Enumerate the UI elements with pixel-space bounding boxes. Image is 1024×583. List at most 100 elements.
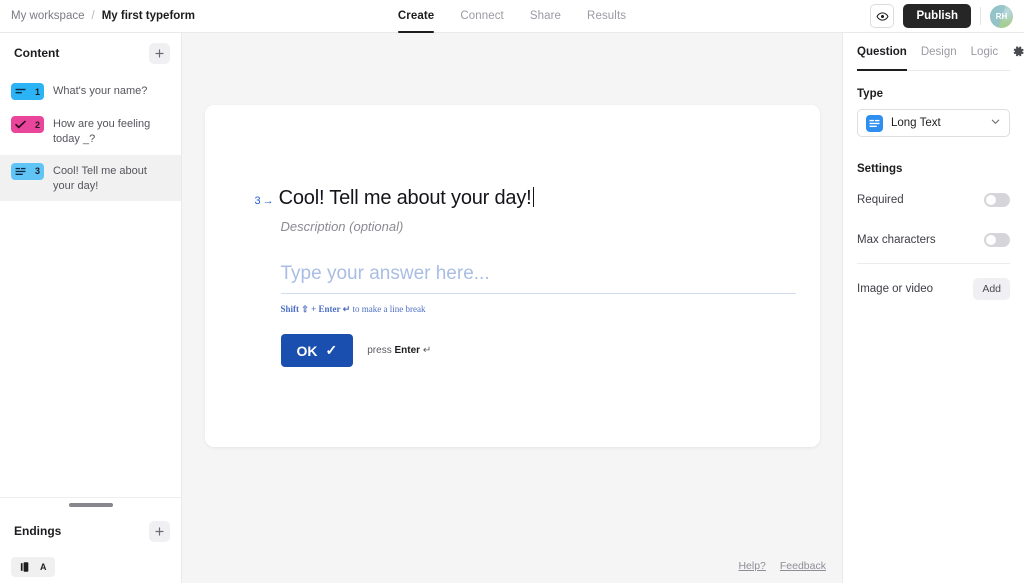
shift-key-icon: ⇧ xyxy=(301,304,309,314)
add-ending-button[interactable] xyxy=(149,521,170,542)
avatar[interactable]: RH xyxy=(990,5,1013,28)
max-characters-toggle[interactable] xyxy=(984,233,1010,247)
publish-button[interactable]: Publish xyxy=(903,4,971,28)
plus-icon xyxy=(154,526,165,537)
breadcrumb-separator: / xyxy=(92,10,95,22)
type-label: Type xyxy=(857,88,1010,100)
chevron-down-icon xyxy=(990,114,1001,132)
ending-card-icon xyxy=(20,561,32,573)
breadcrumb-current[interactable]: My first typeform xyxy=(102,10,195,22)
ending-letter: A xyxy=(40,562,47,572)
endings-header: Endings xyxy=(0,511,181,551)
question-number: 3 xyxy=(35,166,40,176)
enter-key-icon: ↵ xyxy=(343,304,351,314)
hint-tail: to make a line break xyxy=(353,304,426,314)
list-item[interactable]: 3 Cool! Tell me about your day! xyxy=(0,155,181,202)
question-number: 1 xyxy=(35,87,40,97)
settings-button[interactable] xyxy=(1012,45,1024,58)
hint-plus: + xyxy=(311,304,316,314)
question-title[interactable]: Cool! Tell me about your day! xyxy=(279,187,534,210)
canvas: 3 → Cool! Tell me about your day! Descri… xyxy=(182,33,842,583)
add-media-button[interactable]: Add xyxy=(973,278,1010,300)
question-label: Cool! Tell me about your day! xyxy=(53,163,171,194)
hint-shift-label: Shift xyxy=(281,304,300,314)
add-content-button[interactable] xyxy=(149,43,170,64)
setting-label: Required xyxy=(857,194,904,206)
question-index: 3 → xyxy=(255,195,274,207)
question-badge: 1 xyxy=(11,83,44,100)
editor-body: Content 1 What's your xyxy=(0,33,1024,583)
plus-icon xyxy=(154,48,165,59)
tab-design[interactable]: Design xyxy=(921,33,957,70)
endings-section: Endings A xyxy=(0,511,181,583)
list-item[interactable]: 1 What's your name? xyxy=(0,75,181,108)
right-panel-tabs: Question Design Logic xyxy=(857,33,1010,71)
top-bar: My workspace / My first typeform Create … xyxy=(0,0,1024,33)
setting-required: Required xyxy=(857,185,1010,215)
breadcrumb-workspace[interactable]: My workspace xyxy=(11,10,85,22)
answer-field-wrap: Type your answer here... Shift ⇧ + Enter… xyxy=(281,263,796,315)
required-toggle[interactable] xyxy=(984,193,1010,207)
hint-enter-label: Enter xyxy=(318,304,340,314)
submit-row: OK ✓ press Enter ↵ xyxy=(281,334,820,367)
arrow-right-icon: → xyxy=(263,195,274,207)
short-text-icon xyxy=(15,87,26,96)
media-label: Image or video xyxy=(857,283,933,295)
gear-icon xyxy=(1012,45,1024,58)
question-number: 2 xyxy=(35,120,40,130)
list-item[interactable]: 2 How are you feeling today _? xyxy=(0,108,181,155)
tab-connect[interactable]: Connect xyxy=(460,10,504,24)
tab-share[interactable]: Share xyxy=(530,10,561,24)
toolbar-divider xyxy=(980,7,981,25)
check-icon: ✓ xyxy=(326,342,338,359)
press-enter-prefix: press xyxy=(367,345,391,356)
sidebar-resize-handle[interactable] xyxy=(0,497,181,511)
setting-max-characters: Max characters xyxy=(857,225,1010,255)
setting-image-or-video: Image or video Add xyxy=(857,274,1010,304)
top-bar-actions: Publish RH xyxy=(870,4,1024,28)
content-title: Content xyxy=(14,46,59,60)
press-enter-hint: press Enter ↵ xyxy=(367,345,431,356)
tab-question[interactable]: Question xyxy=(857,33,907,70)
question-type-select[interactable]: Long Text xyxy=(857,109,1010,137)
drag-handle-bar xyxy=(69,503,113,507)
breadcrumb: My workspace / My first typeform xyxy=(0,10,195,22)
question-badge: 3 xyxy=(11,163,44,180)
eye-icon xyxy=(876,10,889,23)
panel-divider xyxy=(857,263,1010,264)
preview-button[interactable] xyxy=(870,4,894,28)
list-item[interactable]: A xyxy=(11,557,55,577)
description-placeholder[interactable]: Description (optional) xyxy=(281,219,820,234)
endings-title: Endings xyxy=(14,524,61,538)
ok-label: OK xyxy=(297,343,318,359)
help-link[interactable]: Help? xyxy=(738,560,765,572)
question-index-number: 3 xyxy=(255,195,261,207)
press-enter-key: Enter xyxy=(394,345,420,356)
feedback-link[interactable]: Feedback xyxy=(780,560,826,572)
question-card: 3 → Cool! Tell me about your day! Descri… xyxy=(205,105,820,447)
avatar-initials: RH xyxy=(996,12,1008,21)
answer-input-placeholder[interactable]: Type your answer here... xyxy=(281,263,796,294)
long-text-icon xyxy=(866,115,883,132)
tab-create[interactable]: Create xyxy=(398,10,434,24)
ok-button[interactable]: OK ✓ xyxy=(281,334,354,367)
question-label: How are you feeling today _? xyxy=(53,116,171,147)
right-panel: Question Design Logic Type xyxy=(842,33,1024,583)
footer-links: Help? Feedback xyxy=(738,560,826,572)
text-caret xyxy=(533,187,534,207)
sidebar: Content 1 What's your xyxy=(0,33,182,583)
long-text-icon xyxy=(15,167,26,176)
linebreak-hint: Shift ⇧ + Enter ↵ to make a line break xyxy=(281,304,796,315)
question-badge: 2 xyxy=(11,116,44,133)
ending-list: A xyxy=(0,551,181,583)
settings-title: Settings xyxy=(857,163,1010,175)
tab-results[interactable]: Results xyxy=(587,10,626,24)
tab-logic[interactable]: Logic xyxy=(971,33,999,70)
question-label: What's your name? xyxy=(53,83,147,99)
question-title-text: Cool! Tell me about your day! xyxy=(279,187,532,209)
enter-key-icon: ↵ xyxy=(423,345,431,356)
question-heading-row: 3 → Cool! Tell me about your day! xyxy=(255,187,820,210)
question-list: 1 What's your name? 2 How are you feelin… xyxy=(0,73,181,497)
content-header: Content xyxy=(0,33,181,73)
typeform-editor: My workspace / My first typeform Create … xyxy=(0,0,1024,583)
